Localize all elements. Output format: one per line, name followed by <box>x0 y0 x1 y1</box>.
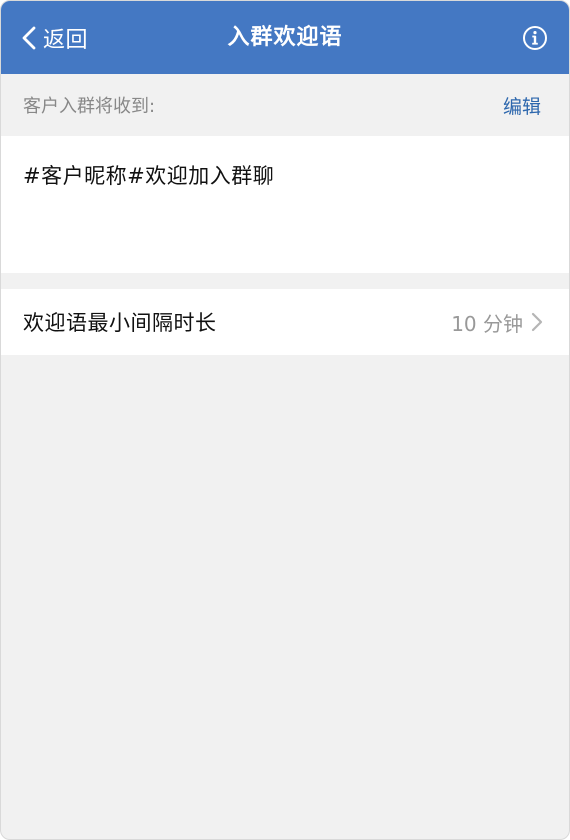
min-interval-value: 10 分钟 <box>451 311 523 336</box>
welcome-section-header: 客户入群将收到: 编辑 <box>1 74 569 136</box>
chevron-right-icon <box>531 312 543 332</box>
min-interval-label: 欢迎语最小间隔时长 <box>23 311 217 335</box>
info-button[interactable] <box>519 1 551 74</box>
edit-button[interactable]: 编辑 <box>503 92 541 119</box>
section-label: 客户入群将收到: <box>23 96 156 117</box>
welcome-message-text: #客户昵称#欢迎加入群聊 <box>23 164 275 188</box>
min-interval-value-group: 10 分钟 <box>451 308 543 337</box>
app-frame: 返回 入群欢迎语 客户入群将收到: 编辑 #客户昵称#欢迎加入群聊 欢迎语最小间… <box>0 0 570 840</box>
info-circle-icon <box>523 25 547 50</box>
min-interval-setting-row[interactable]: 欢迎语最小间隔时长 10 分钟 <box>1 289 569 355</box>
back-button[interactable]: 返回 <box>19 1 88 74</box>
chevron-left-icon <box>22 26 36 49</box>
section-divider <box>1 273 569 289</box>
back-label: 返回 <box>43 27 89 53</box>
welcome-message-card: #客户昵称#欢迎加入群聊 <box>1 136 569 273</box>
navigation-bar: 返回 入群欢迎语 <box>1 1 569 74</box>
